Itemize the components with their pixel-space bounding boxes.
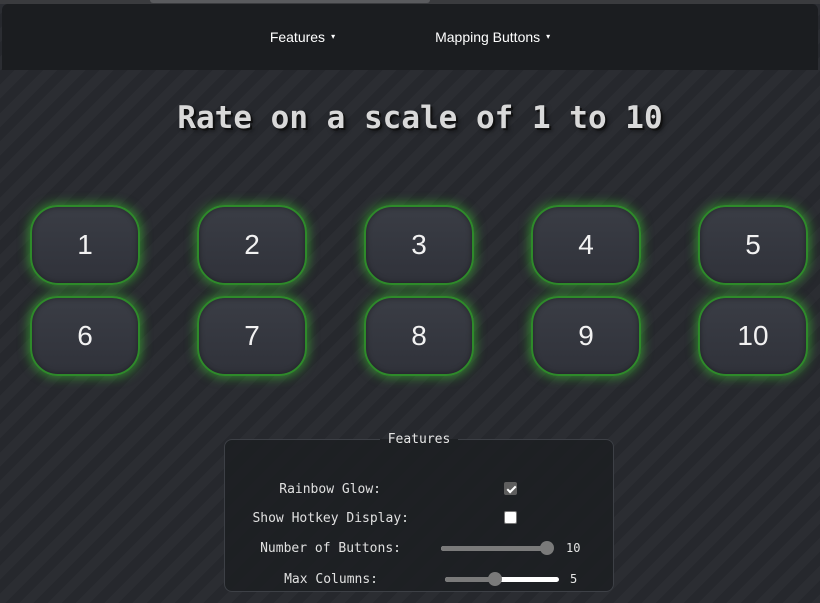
nav-features-menu[interactable]: Features ▾ bbox=[270, 29, 335, 45]
rating-button-1[interactable]: 1 bbox=[30, 205, 140, 285]
max-columns-label: Max Columns: bbox=[284, 571, 378, 587]
rating-button-6[interactable]: 6 bbox=[30, 296, 140, 376]
nav-mapping-buttons-menu[interactable]: Mapping Buttons ▾ bbox=[435, 29, 550, 45]
nav-features-label: Features bbox=[269, 29, 326, 45]
rainbow-glow-row: Rainbow Glow: bbox=[225, 477, 615, 501]
number-of-buttons-row: Number of Buttons: 10 bbox=[225, 536, 615, 560]
caret-down-icon: ▾ bbox=[546, 32, 551, 41]
features-panel: Features Rainbow Glow: Show Hotkey Displ… bbox=[224, 432, 614, 592]
number-of-buttons-value: 10 bbox=[566, 541, 581, 555]
rating-button-3[interactable]: 3 bbox=[364, 205, 474, 285]
max-columns-value: 5 bbox=[570, 572, 578, 586]
slider-thumb[interactable] bbox=[488, 572, 502, 586]
nav-mapping-buttons-label: Mapping Buttons bbox=[435, 29, 541, 45]
rating-button-2[interactable]: 2 bbox=[197, 205, 307, 285]
rating-button-5[interactable]: 5 bbox=[698, 205, 808, 285]
caret-down-icon: ▾ bbox=[331, 32, 336, 41]
slider-fill bbox=[441, 546, 547, 551]
max-columns-row: Max Columns: 5 bbox=[225, 567, 615, 591]
show-hotkey-checkbox[interactable] bbox=[504, 511, 517, 524]
rating-button-7[interactable]: 7 bbox=[197, 296, 307, 376]
rainbow-glow-checkbox[interactable] bbox=[504, 482, 517, 495]
rainbow-glow-label: Rainbow Glow: bbox=[279, 481, 381, 497]
page-title: Rate on a scale of 1 to 10 bbox=[177, 100, 663, 136]
number-of-buttons-label: Number of Buttons: bbox=[260, 540, 401, 556]
features-legend: Features bbox=[387, 432, 451, 447]
show-hotkey-label: Show Hotkey Display: bbox=[252, 510, 409, 526]
rating-button-10[interactable]: 10 bbox=[698, 296, 808, 376]
max-columns-slider[interactable] bbox=[445, 572, 559, 586]
rating-button-9[interactable]: 9 bbox=[531, 296, 641, 376]
navbar: Features ▾ Mapping Buttons ▾ bbox=[2, 4, 818, 70]
rating-button-4[interactable]: 4 bbox=[531, 205, 641, 285]
slider-thumb[interactable] bbox=[540, 541, 554, 555]
rating-button-8[interactable]: 8 bbox=[364, 296, 474, 376]
show-hotkey-row: Show Hotkey Display: bbox=[225, 506, 615, 530]
window-drag-handle[interactable] bbox=[150, 0, 430, 3]
number-of-buttons-slider[interactable] bbox=[441, 541, 554, 555]
